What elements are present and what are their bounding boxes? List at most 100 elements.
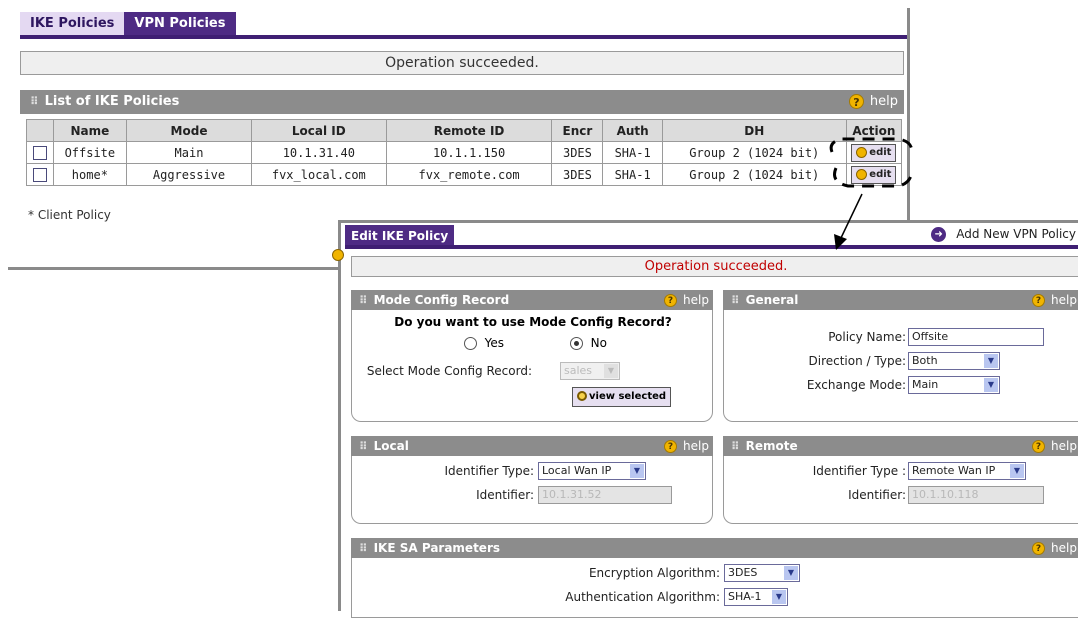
radio-yes[interactable]: Yes <box>464 336 504 350</box>
table-row: home* Aggressive fvx_local.com fvx_remot… <box>26 163 903 186</box>
cell-local-id: fvx_local.com <box>250 163 387 186</box>
exchange-mode-select[interactable]: Main ▼ <box>908 376 1000 394</box>
ike-policies-table: Name Mode Local ID Remote ID Encr Auth D… <box>26 119 903 186</box>
select-column-header <box>26 119 54 142</box>
grip-icon: ⠿ <box>731 294 740 307</box>
arrow-right-icon: ➜ <box>931 227 947 242</box>
mode-config-question: Do you want to use Mode Config Record? <box>394 315 672 329</box>
remote-section-header: ⠿ Remote ? help <box>723 436 1078 456</box>
help-icon: ? <box>848 94 864 109</box>
grip-icon: ⠿ <box>731 440 740 453</box>
edit-icon <box>856 169 868 180</box>
tab-underline <box>345 245 1078 249</box>
cell-remote-id: 10.1.1.150 <box>385 141 553 164</box>
table-header-row: Name Mode Local ID Remote ID Encr Auth D… <box>26 119 903 142</box>
radio-yes-circle[interactable] <box>464 337 477 350</box>
chevron-down-icon: ▼ <box>984 378 998 392</box>
remote-identifier-type-label: Identifier Type : <box>812 464 906 478</box>
tab-vpn-policies[interactable]: VPN Policies <box>124 12 236 36</box>
direction-type-select[interactable]: Both ▼ <box>908 352 1000 370</box>
local-identifier-type-label: Identifier Type: <box>444 464 534 478</box>
authentication-algorithm-select[interactable]: SHA-1 ▼ <box>724 588 788 606</box>
cell-name: home* <box>52 163 128 186</box>
remote-identifier-input[interactable]: 10.1.10.118 <box>908 486 1044 504</box>
help-link[interactable]: ? help <box>664 436 709 456</box>
local-identifier-input[interactable]: 10.1.31.52 <box>538 486 672 504</box>
column-header: Remote ID <box>385 119 553 142</box>
column-header: Mode <box>126 119 252 142</box>
local-identifier-type-select[interactable]: Local Wan IP ▼ <box>538 462 646 480</box>
hidden-button-icon <box>332 249 344 261</box>
tab-ike-policies[interactable]: IKE Policies <box>20 12 125 36</box>
column-header: Local ID <box>250 119 387 142</box>
cell-remote-id: fvx_remote.com <box>385 163 553 186</box>
help-icon: ? <box>1032 542 1046 555</box>
encryption-algorithm-label: Encryption Algorithm: <box>588 566 720 580</box>
section-title: List of IKE Policies <box>44 94 180 109</box>
ike-sa-panel: Encryption Algorithm: 3DES ▼ Authenticati… <box>351 558 1078 618</box>
add-new-vpn-policy-link[interactable]: ➜ Add New VPN Policy <box>931 227 1076 242</box>
chevron-down-icon: ▼ <box>772 590 786 604</box>
edit-button[interactable]: edit <box>851 143 897 162</box>
help-link[interactable]: ? help <box>1032 436 1077 456</box>
help-link[interactable]: ? help <box>1032 290 1077 310</box>
column-header: Encr <box>551 119 604 142</box>
help-icon: ? <box>1032 294 1046 307</box>
client-policy-note: * Client Policy <box>28 208 111 222</box>
radio-no[interactable]: No <box>570 336 607 350</box>
mode-config-panel: Do you want to use Mode Config Record? Y… <box>351 310 713 422</box>
chevron-down-icon: ▼ <box>630 464 644 478</box>
status-message: Operation succeeded. <box>20 51 904 75</box>
row-checkbox[interactable] <box>32 167 47 182</box>
direction-type-label: Direction / Type: <box>808 354 907 368</box>
local-section-header: ⠿ Local ? help <box>351 436 713 456</box>
cell-mode: Main <box>126 141 252 164</box>
remote-panel: Identifier Type : Remote Wan IP ▼ Identif… <box>723 456 1078 524</box>
cell-dh: Group 2 (1024 bit) <box>661 163 847 186</box>
grip-icon: ⠿ <box>30 95 39 108</box>
help-icon: ? <box>1032 440 1046 453</box>
cell-local-id: 10.1.31.40 <box>250 141 387 164</box>
chevron-down-icon: ▼ <box>984 354 998 368</box>
row-checkbox[interactable] <box>32 145 47 160</box>
select-mode-config-label: Select Mode Config Record: <box>366 364 532 378</box>
grip-icon: ⠿ <box>359 440 368 453</box>
magnifier-icon <box>577 391 587 401</box>
chevron-down-icon: ▼ <box>784 566 798 580</box>
help-link[interactable]: ? help <box>848 90 898 114</box>
help-icon: ? <box>664 440 678 453</box>
view-selected-button[interactable]: view selected <box>572 387 672 407</box>
list-section-header: ⠿ List of IKE Policies ? help <box>20 90 904 114</box>
local-panel: Identifier Type: Local Wan IP ▼ Identifie… <box>351 456 713 524</box>
cell-name: Offsite <box>52 141 128 164</box>
mode-config-select[interactable]: sales ▼ <box>560 362 620 380</box>
general-panel: Policy Name: Offsite Direction / Type: B… <box>723 310 1078 422</box>
tab-edit-ike-policy[interactable]: Edit IKE Policy <box>345 225 455 247</box>
chevron-down-icon: ▼ <box>604 364 618 378</box>
exchange-mode-label: Exchange Mode: <box>806 378 906 392</box>
edit-button[interactable]: edit <box>851 165 897 184</box>
help-link[interactable]: ? help <box>1032 538 1077 558</box>
help-link[interactable]: ? help <box>664 290 709 310</box>
cell-dh: Group 2 (1024 bit) <box>661 141 847 164</box>
local-identifier-label: Identifier: <box>476 488 534 502</box>
grip-icon: ⠿ <box>359 294 368 307</box>
remote-identifier-label: Identifier: <box>848 488 906 502</box>
table-row: Offsite Main 10.1.31.40 10.1.1.150 3DES … <box>26 141 903 164</box>
column-header: Auth <box>602 119 663 142</box>
policy-name-input[interactable]: Offsite <box>908 328 1044 346</box>
encryption-algorithm-select[interactable]: 3DES ▼ <box>724 564 800 582</box>
chevron-down-icon: ▼ <box>1010 464 1024 478</box>
cell-auth: SHA-1 <box>602 141 663 164</box>
remote-identifier-type-select[interactable]: Remote Wan IP ▼ <box>908 462 1026 480</box>
tab-strip: IKE Policies VPN Policies <box>20 12 236 36</box>
column-header: Name <box>52 119 128 142</box>
policy-name-label: Policy Name: <box>828 330 906 344</box>
cell-mode: Aggressive <box>126 163 252 186</box>
help-icon: ? <box>664 294 678 307</box>
edit-icon <box>856 147 868 158</box>
grip-icon: ⠿ <box>359 542 368 555</box>
column-header: DH <box>661 119 847 142</box>
radio-no-circle[interactable] <box>570 337 583 350</box>
mode-config-section-header: ⠿ Mode Config Record ? help <box>351 290 713 310</box>
